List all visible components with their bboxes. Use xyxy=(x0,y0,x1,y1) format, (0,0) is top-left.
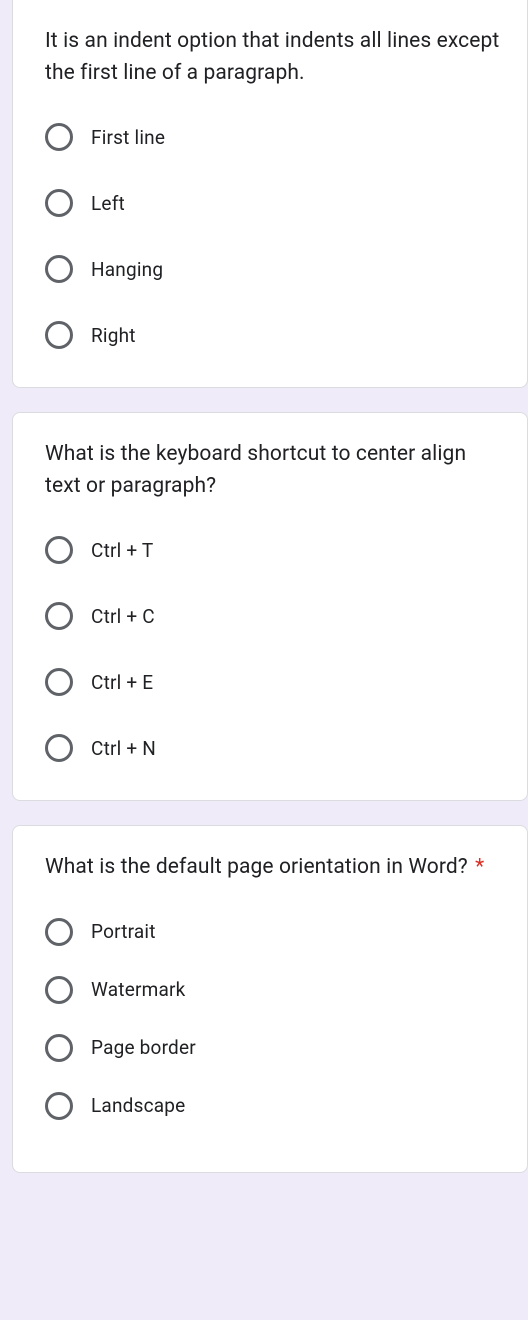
required-asterisk: * xyxy=(470,855,484,879)
option-label: Right xyxy=(91,324,136,347)
radio-option[interactable]: Page border xyxy=(45,1028,501,1068)
radio-icon xyxy=(45,668,73,696)
option-label: Hanging xyxy=(91,258,163,281)
radio-option[interactable]: Hanging xyxy=(45,249,501,289)
radio-icon xyxy=(45,536,73,564)
options-group: First line Left Hanging Right xyxy=(45,117,501,355)
radio-option[interactable]: Landscape xyxy=(45,1086,501,1126)
radio-icon xyxy=(45,255,73,283)
option-label: Landscape xyxy=(91,1094,185,1117)
radio-icon xyxy=(45,189,73,217)
option-label: Ctrl + E xyxy=(91,671,153,694)
question-prompt: It is an indent option that indents all … xyxy=(45,26,501,89)
question-card: What is the keyboard shortcut to center … xyxy=(12,412,528,801)
radio-option[interactable]: Watermark xyxy=(45,970,501,1010)
radio-option[interactable]: Portrait xyxy=(45,912,501,952)
radio-option[interactable]: Ctrl + E xyxy=(45,662,501,702)
question-prompt: What is the keyboard shortcut to center … xyxy=(45,439,501,502)
radio-option[interactable]: Ctrl + N xyxy=(45,728,501,768)
option-label: First line xyxy=(91,126,165,149)
options-group: Ctrl + T Ctrl + C Ctrl + E Ctrl + N xyxy=(45,530,501,768)
options-group: Portrait Watermark Page border Landscape xyxy=(45,912,501,1126)
radio-icon xyxy=(45,976,73,1004)
question-prompt: What is the default page orientation in … xyxy=(45,852,501,884)
option-label: Left xyxy=(91,192,125,215)
radio-icon xyxy=(45,602,73,630)
radio-icon xyxy=(45,1092,73,1120)
radio-icon xyxy=(45,123,73,151)
option-label: Portrait xyxy=(91,920,156,943)
option-label: Page border xyxy=(91,1036,196,1059)
question-text: It is an indent option that indents all … xyxy=(45,29,499,85)
radio-option[interactable]: First line xyxy=(45,117,501,157)
question-text: What is the keyboard shortcut to center … xyxy=(45,442,466,498)
radio-icon xyxy=(45,734,73,762)
radio-icon xyxy=(45,918,73,946)
option-label: Ctrl + N xyxy=(91,737,156,760)
radio-option[interactable]: Left xyxy=(45,183,501,223)
option-label: Watermark xyxy=(91,978,185,1001)
radio-option[interactable]: Ctrl + T xyxy=(45,530,501,570)
radio-icon xyxy=(45,321,73,349)
radio-icon xyxy=(45,1034,73,1062)
radio-option[interactable]: Ctrl + C xyxy=(45,596,501,636)
option-label: Ctrl + T xyxy=(91,539,153,562)
question-text: What is the default page orientation in … xyxy=(45,855,468,879)
question-card: It is an indent option that indents all … xyxy=(12,0,528,388)
option-label: Ctrl + C xyxy=(91,605,155,628)
question-card: What is the default page orientation in … xyxy=(12,825,528,1173)
radio-option[interactable]: Right xyxy=(45,315,501,355)
